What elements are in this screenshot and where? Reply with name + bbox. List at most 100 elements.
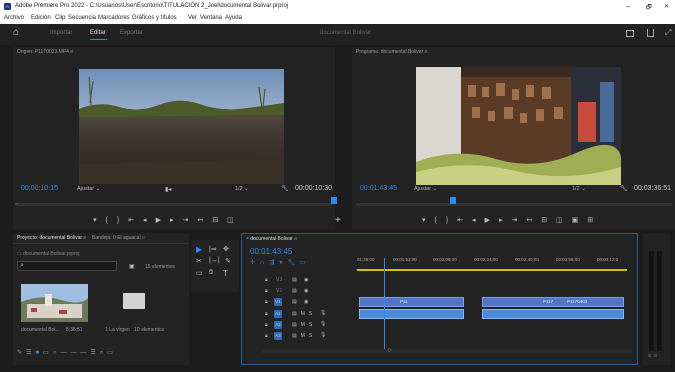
icon-view-icon[interactable]: ■ (35, 350, 43, 356)
scroll-handle[interactable]: ○ (387, 347, 391, 354)
tab-importar[interactable]: Importar (50, 30, 72, 36)
lock-icon[interactable]: 🔒︎ (265, 288, 268, 294)
pencil-icon[interactable]: ✎ (17, 350, 26, 356)
panel-menu-icon[interactable]: ≡ (294, 236, 297, 242)
lock-icon[interactable]: 🔒︎ (265, 333, 268, 339)
project-footer-toolbar[interactable]: ✎☰■▭○———☰⌕▭ (17, 349, 117, 357)
audio-clip-group-1[interactable] (359, 309, 464, 319)
track-label[interactable]: V3 (276, 277, 282, 283)
timeline-scrollbar[interactable] (262, 349, 632, 353)
timeline-tools[interactable]: ✢∩⇶▾🔧︎▭ (250, 259, 311, 266)
new-item-icon[interactable]: ▭ (107, 350, 117, 356)
source-timecode[interactable]: 00:00:10:15 (21, 185, 58, 192)
sequence-thumbnail[interactable] (21, 284, 88, 322)
razor-tool-icon[interactable]: ✂ (196, 257, 202, 265)
time-ruler[interactable]: 01:36:00 00:01:52:00 00:02:08:00 00:02:2… (357, 257, 629, 267)
folder-icon[interactable] (123, 293, 145, 309)
track-label[interactable]: A1 (274, 310, 282, 318)
track-label[interactable]: V2 (276, 288, 282, 294)
ripple-edit-tool-icon[interactable]: ✥ (223, 245, 229, 253)
program-timecode[interactable]: 00:01:43:45 (360, 185, 397, 192)
menu-marcadores[interactable]: Marcadores (98, 15, 130, 21)
menu-ventana[interactable]: Ventana (200, 15, 222, 21)
track-label[interactable]: A2 (274, 321, 282, 329)
quick-export-icon[interactable] (626, 30, 634, 37)
menu-clip[interactable]: Clip (55, 15, 65, 21)
menu-graficos[interactable]: Gráficos y títulos (132, 15, 177, 21)
timeline-timecode[interactable]: 00:01:43:45 (250, 247, 292, 256)
video-clip-group-1[interactable]: P11 (359, 297, 464, 307)
program-fit-dropdown[interactable]: Ajustar ⌄ (414, 186, 437, 192)
video-clip-group-2[interactable]: P117 P1170403 (482, 297, 624, 307)
program-resolution-dropdown[interactable]: 1/2 ⌄ (572, 186, 586, 192)
marker-icon[interactable]: ▮◂ (165, 186, 171, 193)
sync-lock-icon[interactable]: ▤ (292, 288, 297, 294)
sync-lock-icon[interactable]: ▤ (292, 299, 297, 305)
track-label[interactable]: V1 (274, 298, 282, 306)
microphone-icon[interactable]: 🎙︎ (320, 310, 326, 316)
menu-edicion[interactable]: Edición (31, 15, 51, 21)
slip-tool-icon[interactable]: |↔| (209, 257, 220, 264)
source-transport-controls[interactable]: ▾{}⇤◂▶▸⇥↤⊟◫ (93, 216, 243, 224)
track-select-tool-icon[interactable]: |⇒ (209, 245, 217, 253)
zoom-slider[interactable]: ○——— (53, 350, 91, 356)
microphone-icon[interactable]: 🎙︎ (320, 332, 326, 338)
close-icon[interactable]: × (246, 236, 249, 242)
tab-project[interactable]: Proyecto: documental Bolivar (17, 235, 82, 241)
lock-icon[interactable]: 🔒︎ (265, 277, 268, 283)
rectangle-tool-icon[interactable]: ▭ (196, 269, 203, 277)
menu-ayuda[interactable]: Ayuda (225, 15, 242, 21)
track-controls[interactable]: ▤MS (292, 311, 316, 317)
selection-tool-icon[interactable]: ▶ (196, 245, 202, 254)
eye-icon[interactable]: ◉ (304, 277, 308, 283)
sort-icon[interactable]: ☰ (90, 350, 99, 356)
freeform-icon[interactable]: ▭ (43, 350, 53, 356)
type-tool-icon[interactable]: T (223, 269, 228, 278)
menu-archivo[interactable]: Archivo (4, 15, 24, 21)
work-area-bar[interactable] (357, 269, 627, 271)
sequence-tab[interactable]: documental Bolivar (250, 236, 293, 242)
program-scrubber[interactable] (356, 203, 672, 206)
menu-ver[interactable]: Ver (188, 15, 197, 21)
maximize-button[interactable]: 🗗 (646, 3, 652, 13)
source-title[interactable]: Origen: P1170023.MP4 (17, 49, 69, 55)
hand-tool-icon[interactable]: ✋︎ (209, 269, 213, 277)
track-label[interactable]: A3 (274, 332, 282, 340)
add-button[interactable]: + (335, 215, 341, 226)
new-bin-icon[interactable]: ▣ (129, 263, 135, 270)
tab-bin[interactable]: Bandeja: 0 El aguacal (92, 235, 141, 241)
program-title[interactable]: Programa: documental Bolivar (356, 49, 423, 55)
lock-icon[interactable]: 🔒︎ (265, 311, 268, 317)
microphone-icon[interactable]: 🎙︎ (320, 321, 326, 327)
source-fit-dropdown[interactable]: Ajustar ⌄ (77, 186, 100, 192)
fullscreen-icon[interactable]: ⤢ (665, 28, 671, 38)
wrench-icon[interactable]: 🔧︎ (620, 185, 628, 192)
program-playhead[interactable] (450, 197, 456, 204)
overflow-icon[interactable]: » (142, 235, 145, 241)
source-resolution-dropdown[interactable]: 1/2 ⌄ (235, 186, 249, 192)
pen-tool-icon[interactable]: ✎ (225, 257, 231, 265)
scrubber-start-handle[interactable]: ◦ (15, 201, 17, 208)
tab-exportar[interactable]: Exportar (120, 30, 143, 36)
track-controls[interactable]: ▤MS (292, 333, 316, 339)
audio-clip-group-2[interactable] (482, 309, 624, 319)
track-controls[interactable]: ▤MS (292, 322, 316, 328)
tab-editar[interactable]: Editar (90, 30, 106, 36)
find-icon[interactable]: ⌕ (100, 350, 107, 356)
eye-icon[interactable]: ◉ (304, 299, 308, 305)
timeline-playhead[interactable] (384, 258, 385, 353)
home-icon[interactable]: ⌂ (13, 27, 19, 38)
program-transport-controls[interactable]: ▾{}⇤◂▶▸⇥↤⊟◫▣⊞ (422, 216, 602, 224)
share-icon[interactable] (647, 29, 654, 37)
eye-icon[interactable]: ◉ (304, 288, 308, 294)
close-button[interactable]: ✕ (664, 3, 669, 10)
minimize-button[interactable]: – (626, 2, 630, 11)
lock-icon[interactable]: 🔒︎ (265, 299, 268, 305)
wrench-icon[interactable]: 🔧︎ (281, 185, 289, 192)
project-search-input[interactable]: ⌕ (17, 261, 117, 271)
list-view-icon[interactable]: ☰ (26, 350, 35, 356)
panel-menu-icon[interactable]: ≡ (70, 49, 73, 55)
menu-secuencia[interactable]: Secuencia (68, 15, 96, 21)
source-scrubber[interactable] (17, 203, 333, 206)
panel-menu-icon[interactable]: ≡ (425, 49, 428, 55)
